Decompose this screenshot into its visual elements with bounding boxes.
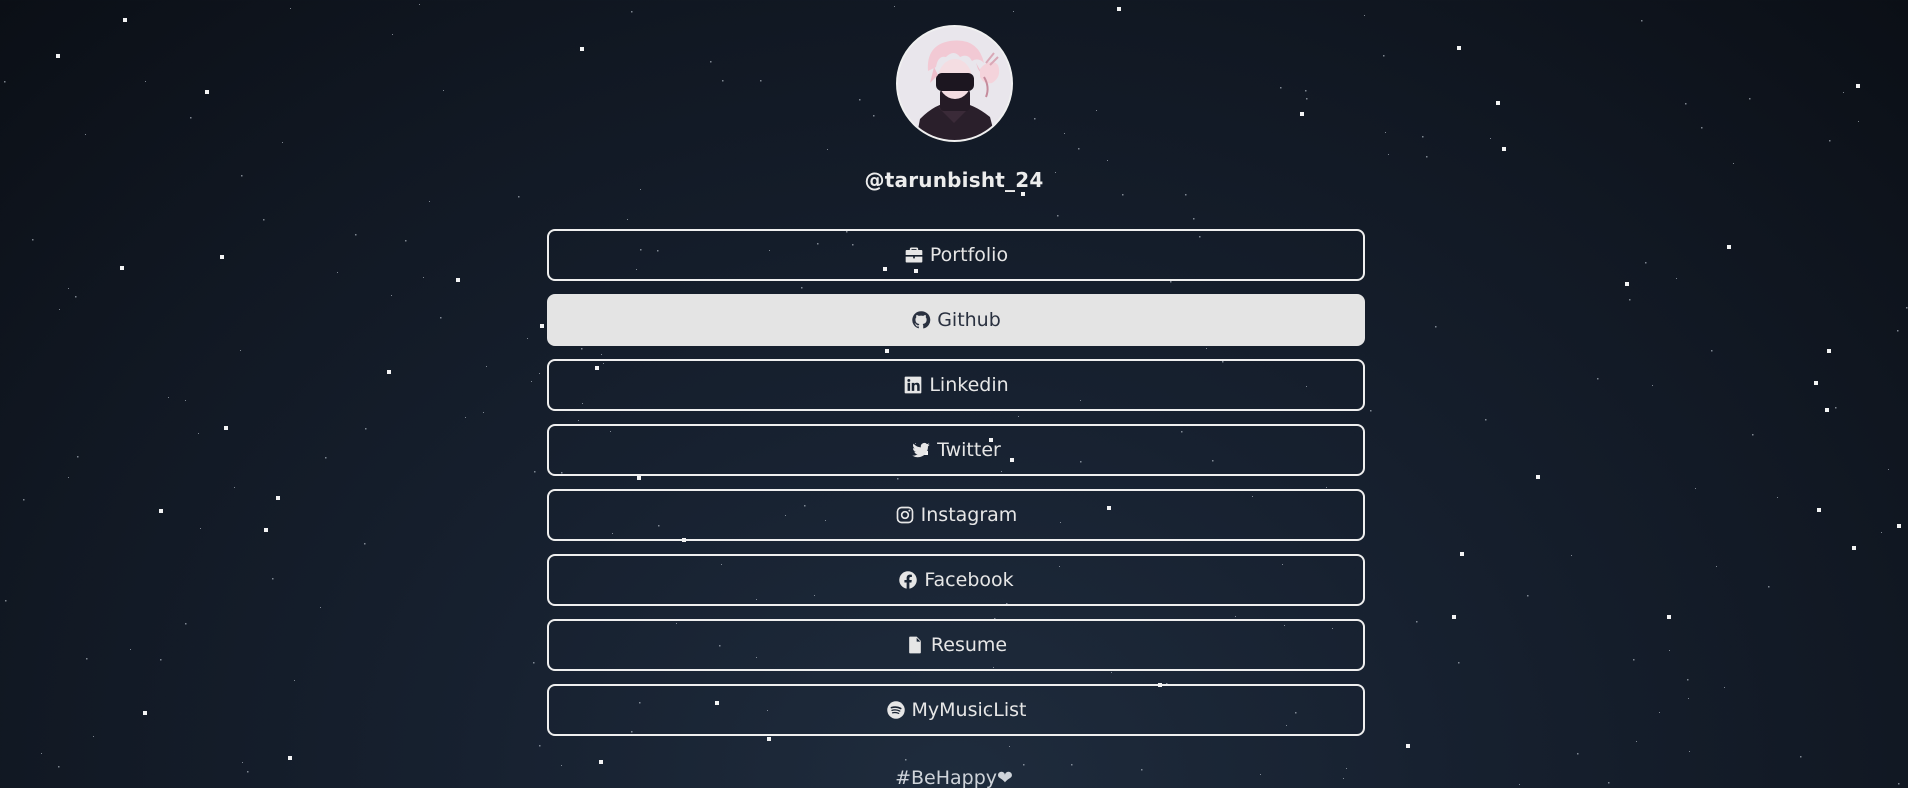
briefcase-icon [904,245,924,265]
link-label: Resume [930,634,1008,656]
link-list: Portfolio Github Linkedin Twitter Instag… [547,229,1365,749]
facebook-link-button[interactable]: Facebook [547,554,1365,606]
facebook-icon [898,570,918,590]
profile-page: @tarunbisht_24 Portfolio Github Linkedin… [0,0,1908,788]
avatar [896,25,1013,142]
footer-tagline: #BeHappy❤ [895,767,1013,788]
portfolio-link-button[interactable]: Portfolio [547,229,1365,281]
resume-link-button[interactable]: Resume [547,619,1365,671]
anime-avatar-icon [898,27,1011,140]
instagram-link-button[interactable]: Instagram [547,489,1365,541]
mymusiclist-link-button[interactable]: MyMusicList [547,684,1365,736]
link-label: Facebook [924,569,1014,591]
username: @tarunbisht_24 [864,168,1044,192]
twitter-icon [911,440,931,460]
linkedin-link-button[interactable]: Linkedin [547,359,1365,411]
spotify-icon [886,700,906,720]
file-icon [905,635,925,655]
link-label: Instagram [920,504,1018,526]
twitter-link-button[interactable]: Twitter [547,424,1365,476]
github-link-button[interactable]: Github [547,294,1365,346]
github-icon [911,310,931,330]
linkedin-icon [903,375,923,395]
link-label: Github [937,309,1001,331]
instagram-icon [895,505,915,525]
link-label: Twitter [937,439,1001,461]
link-label: Linkedin [929,374,1009,396]
link-label: MyMusicList [911,699,1027,721]
link-label: Portfolio [929,244,1009,266]
